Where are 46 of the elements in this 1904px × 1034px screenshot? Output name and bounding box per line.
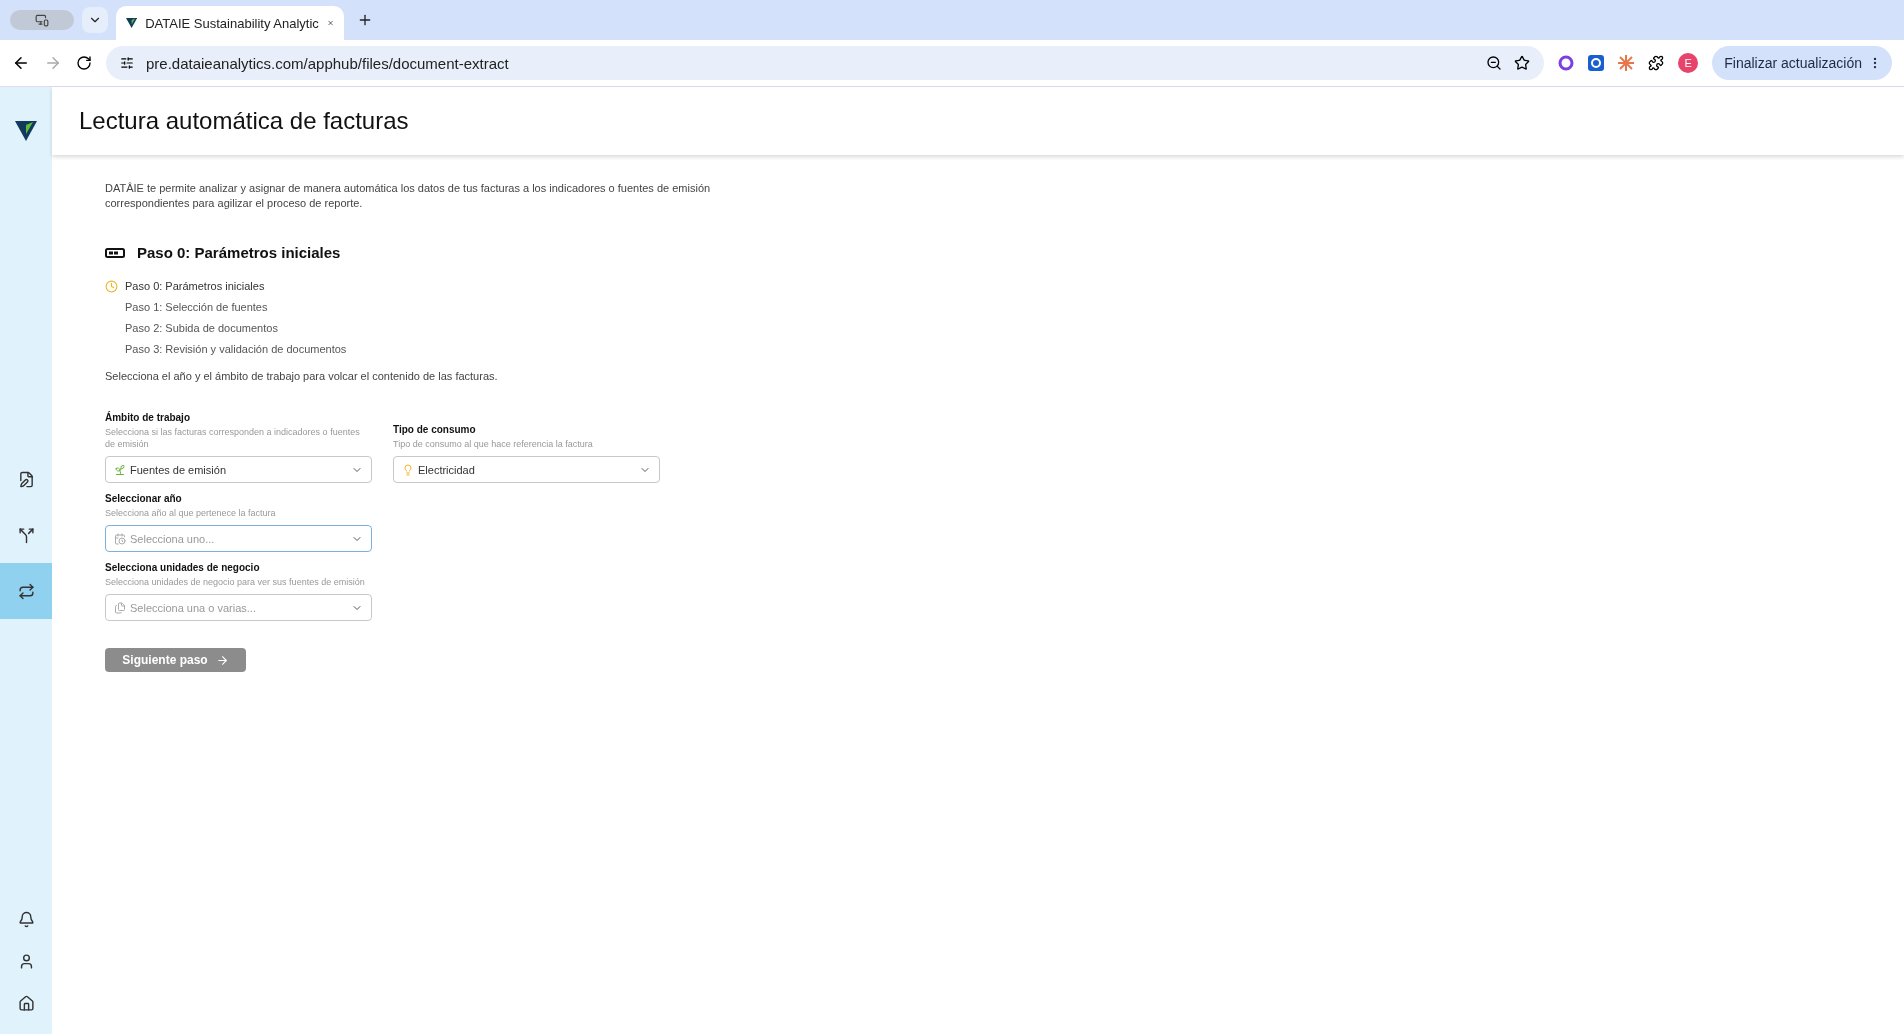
address-bar[interactable]: pre.dataieanalytics.com/apphub/files/document-extract bbox=[106, 46, 1545, 80]
site-settings-icon[interactable] bbox=[120, 56, 134, 70]
files-icon bbox=[114, 601, 126, 614]
extension-icon[interactable] bbox=[1588, 55, 1605, 71]
field-hint: Selecciona si las facturas corresponden a indicadores o fuentes de emisión bbox=[105, 426, 361, 450]
select-field[interactable]: Fuentes de emisión bbox=[105, 456, 372, 483]
progress-icon bbox=[105, 247, 125, 258]
plus-icon bbox=[357, 12, 373, 28]
step-item: Paso 2: Subida de documentos bbox=[125, 322, 278, 334]
back-icon[interactable] bbox=[12, 54, 30, 72]
profile-avatar[interactable]: E bbox=[1678, 53, 1699, 73]
profile-switch-button[interactable] bbox=[10, 10, 74, 30]
step-item: Paso 1: Selección de fuentes bbox=[125, 301, 268, 313]
extension-icon[interactable] bbox=[1558, 55, 1575, 71]
page-title: Lectura automática de facturas bbox=[79, 107, 409, 135]
extensions-icon[interactable] bbox=[1648, 55, 1665, 71]
update-button[interactable]: Finalizar actualización bbox=[1712, 46, 1892, 80]
reload-icon[interactable] bbox=[76, 55, 92, 71]
browser-tab[interactable]: DATAIE Sustainability Analytic bbox=[116, 6, 344, 40]
branch-icon bbox=[17, 526, 35, 544]
select-field[interactable]: Electricidad bbox=[393, 456, 660, 483]
arrow-right-icon bbox=[215, 653, 229, 667]
calendar-icon bbox=[114, 532, 126, 545]
home-icon[interactable] bbox=[17, 994, 35, 1012]
step-item: Paso 3: Revisión y validación de documentos bbox=[125, 343, 347, 355]
sparkle-icon[interactable] bbox=[1618, 55, 1635, 71]
bell-icon[interactable] bbox=[17, 910, 35, 928]
step-item: Paso 0: Parámetros iniciales bbox=[125, 280, 265, 292]
lightbulb-icon bbox=[402, 463, 414, 476]
field-label: Seleccionar año bbox=[105, 493, 183, 504]
zoom-icon[interactable] bbox=[1486, 55, 1503, 71]
field-hint: Tipo de consumo al que hace referencia la factura bbox=[393, 438, 594, 450]
bookmark-icon[interactable] bbox=[1514, 55, 1531, 71]
document-edit-icon bbox=[17, 470, 35, 488]
switch-icon bbox=[17, 582, 35, 600]
instruction-text: Selecciona el año y el ámbito de trabajo para volcar el contenido de las facturas. bbox=[105, 370, 499, 382]
sidebar-item[interactable] bbox=[0, 563, 52, 619]
field-label: Selecciona unidades de negocio bbox=[105, 562, 261, 573]
logo-icon bbox=[15, 121, 37, 141]
field-hint: Selecciona unidades de negocio para ver sus fuentes de emisión bbox=[105, 576, 366, 588]
field-hint: Selecciona año al que pertenece la factura bbox=[105, 507, 277, 519]
sprout-icon bbox=[114, 463, 126, 476]
field-label: Tipo de consumo bbox=[393, 424, 477, 435]
step-heading: Paso 0: Parámetros iniciales bbox=[137, 244, 341, 261]
field-label: Ámbito de trabajo bbox=[105, 412, 191, 423]
description-text: DATÂIE te permite analizar y asignar de manera automática los datos de tus facturas a los indicadores o fuentes de emisión correspondientes para agilizar el proceso de reporte. bbox=[105, 181, 712, 211]
